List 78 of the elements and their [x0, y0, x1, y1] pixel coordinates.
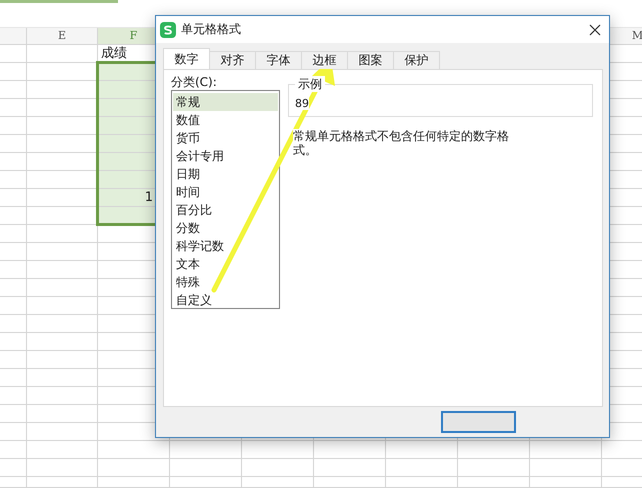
sample-value: 89	[295, 97, 309, 110]
table-cell	[170, 441, 242, 459]
table-cell	[0, 369, 27, 387]
description-text: 常规单元格格式不包含任何特定的数字格式。	[293, 129, 509, 157]
table-cell	[458, 459, 530, 477]
tab[interactable]: 数字	[163, 48, 210, 69]
dialog-title: 单元格格式	[181, 21, 242, 38]
list-item[interactable]: 数值	[173, 111, 278, 129]
table-cell	[242, 441, 314, 459]
list-item[interactable]: 日期	[173, 165, 278, 183]
close-icon[interactable]	[589, 24, 601, 36]
tab[interactable]: 保护	[393, 51, 440, 69]
table-cell	[0, 333, 27, 351]
table-cell	[0, 135, 27, 153]
table-cell	[27, 459, 98, 477]
table-cell	[0, 207, 27, 225]
table-cell	[0, 279, 27, 297]
table-cell	[0, 315, 27, 333]
table-cell	[0, 45, 27, 63]
table-cell	[0, 405, 27, 423]
list-item[interactable]: 货币	[173, 129, 278, 147]
list-item[interactable]: 科学记数	[173, 237, 278, 255]
table-cell	[27, 423, 98, 441]
category-label: 分类(C):	[171, 74, 218, 90]
table-cell	[530, 441, 602, 459]
table-cell	[458, 477, 530, 488]
table-cell	[314, 459, 386, 477]
tab[interactable]: 对齐	[209, 51, 256, 69]
table-cell	[0, 423, 27, 441]
table-cell	[0, 153, 27, 171]
table-cell	[386, 459, 458, 477]
table-cell	[530, 459, 602, 477]
group-label: 示例	[295, 76, 325, 92]
table-cell	[0, 297, 27, 315]
table-cell	[242, 477, 314, 488]
table-cell	[0, 189, 27, 207]
tab[interactable]: 字体	[255, 51, 302, 69]
table-cell	[386, 441, 458, 459]
table-cell	[0, 477, 27, 488]
table-cell	[0, 387, 27, 405]
app-logo-icon	[160, 22, 176, 38]
table-cell	[0, 63, 27, 81]
table-cell	[0, 459, 27, 477]
list-item[interactable]: 时间	[173, 183, 278, 201]
table-cell	[0, 99, 27, 117]
tab[interactable]: 边框	[301, 51, 348, 69]
column-header[interactable]: E	[27, 28, 98, 45]
table-cell	[27, 477, 98, 488]
table-cell	[0, 117, 27, 135]
list-item[interactable]: 特殊	[173, 273, 278, 291]
table-cell	[314, 441, 386, 459]
table-cell	[98, 477, 170, 488]
dialog-button[interactable]	[441, 411, 516, 433]
table-cell	[458, 441, 530, 459]
table-cell	[386, 477, 458, 488]
list-item[interactable]: 常规	[173, 93, 278, 111]
list-item[interactable]: 文本	[173, 255, 278, 273]
tab[interactable]: 图案	[347, 51, 394, 69]
list-item[interactable]: 百分比	[173, 201, 278, 219]
list-item[interactable]: 会计专用	[173, 147, 278, 165]
table-cell	[0, 81, 27, 99]
table-cell	[27, 441, 98, 459]
table-cell	[0, 243, 27, 261]
table-cell	[0, 441, 27, 459]
table-cell	[0, 261, 27, 279]
table-cell	[314, 477, 386, 488]
list-item[interactable]: 自定义	[173, 291, 278, 309]
table-cell	[530, 477, 602, 488]
table-cell	[98, 441, 170, 459]
table-cell	[27, 45, 98, 63]
table-cell	[242, 459, 314, 477]
table-cell	[98, 459, 170, 477]
table-cell	[0, 171, 27, 189]
table-cell	[170, 459, 242, 477]
table-cell	[0, 351, 27, 369]
table-cell	[0, 225, 27, 243]
list-item[interactable]: 分数	[173, 219, 278, 237]
table-cell	[170, 477, 242, 488]
